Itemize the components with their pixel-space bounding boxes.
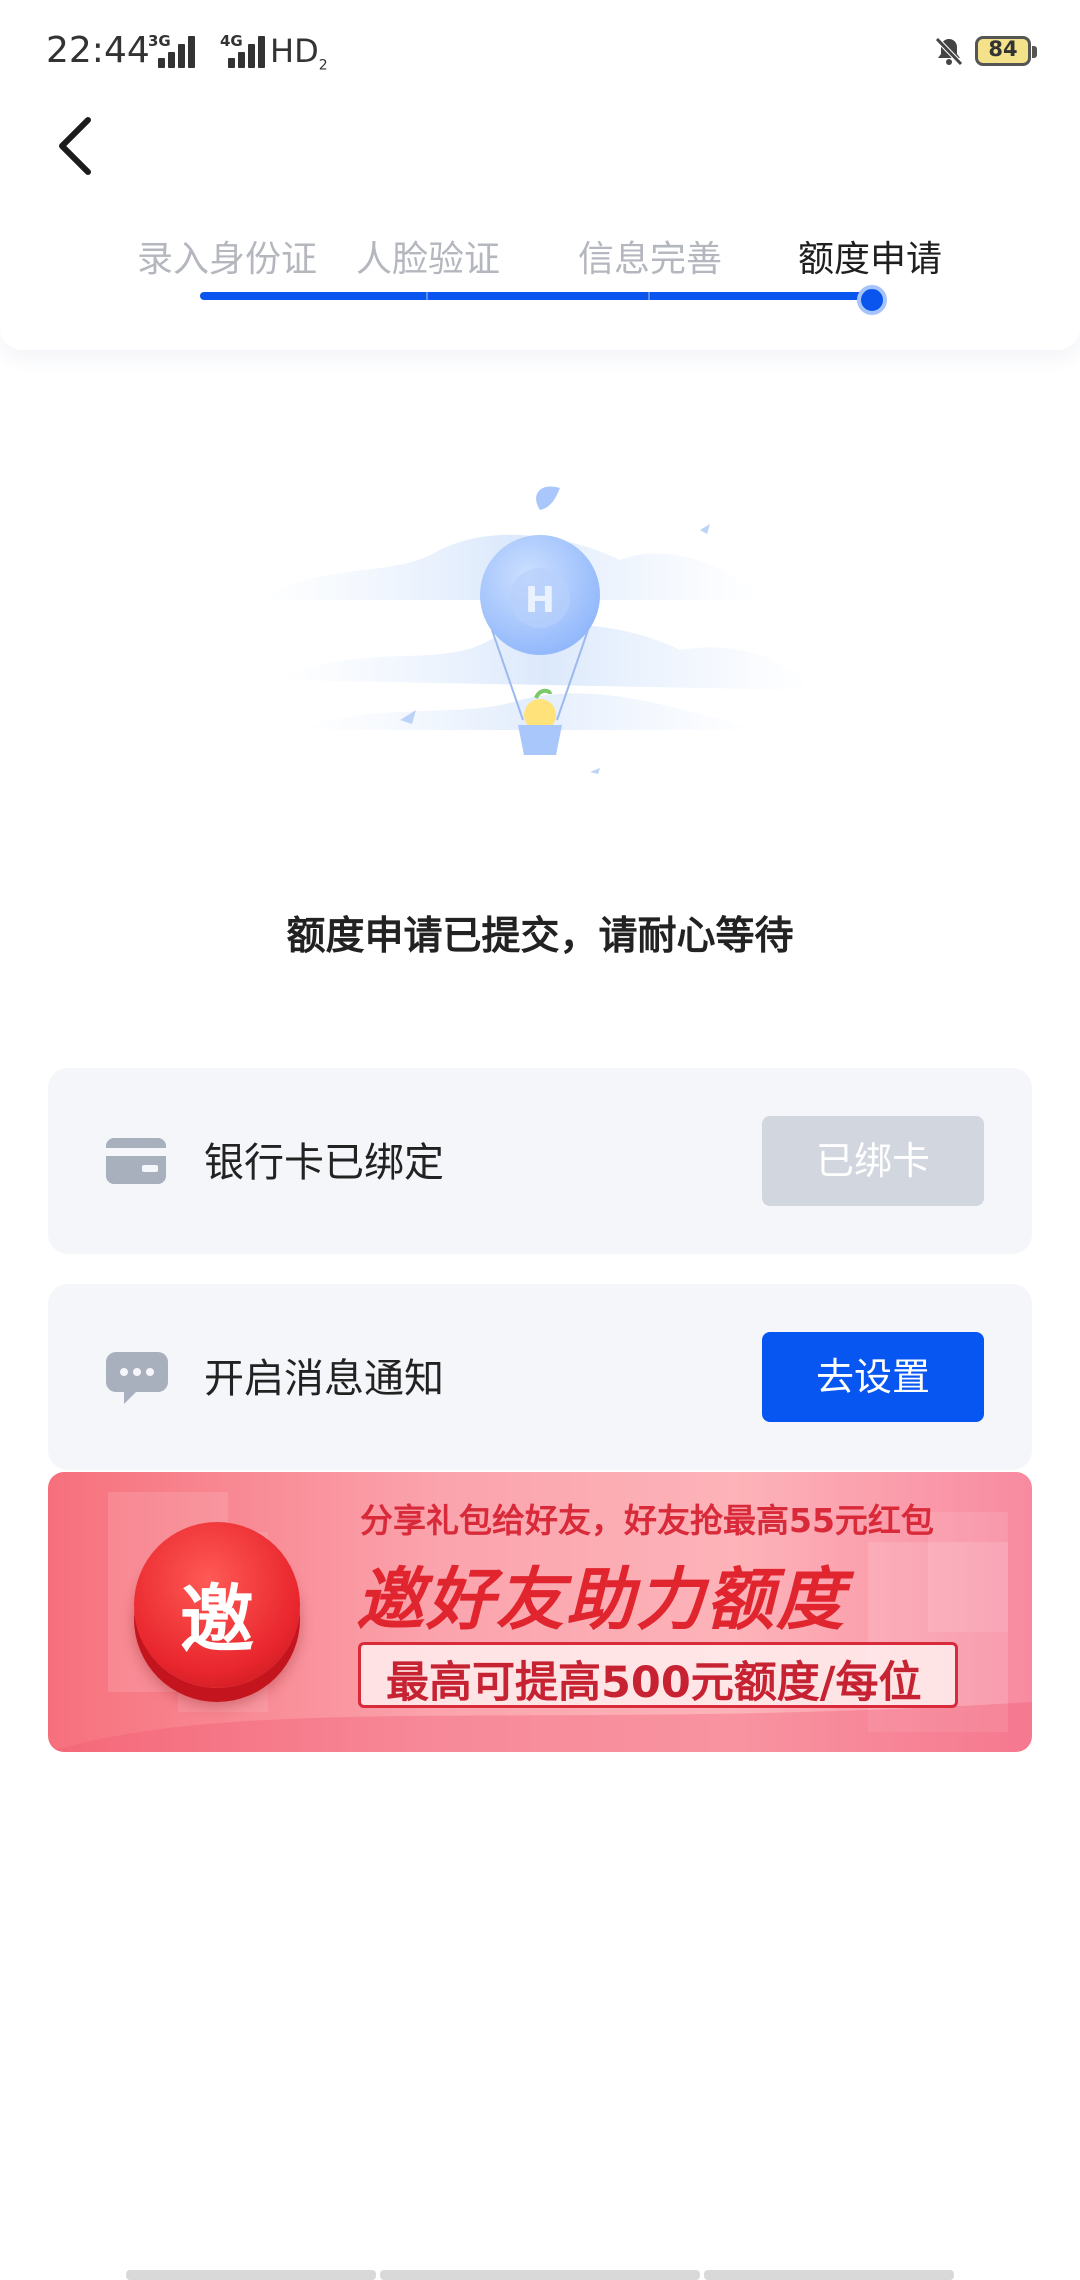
progress-track xyxy=(200,292,874,300)
status-bar: 22:44 3G 4G HD2 84 xyxy=(0,0,1080,110)
chevron-left-icon xyxy=(59,117,91,175)
notification-row: 开启消息通知 去设置 xyxy=(48,1284,1032,1470)
back-button[interactable] xyxy=(46,110,106,180)
invite-friends-banner[interactable]: 邀 分享礼包给好友，好友抢最高55元红包 邀好友助力额度 最高可提高500元额度… xyxy=(48,1472,1032,1752)
progress-steps: 录入身份证 人脸验证 信息完善 额度申请 xyxy=(0,230,1080,290)
invite-badge: 邀 xyxy=(134,1522,300,1688)
battery-level: 84 xyxy=(988,37,1018,61)
step-info-complete: 信息完善 xyxy=(577,239,722,280)
go-settings-button[interactable]: 去设置 xyxy=(762,1332,984,1422)
banner-subtitle: 分享礼包给好友，好友抢最高55元红包 xyxy=(360,1501,934,1540)
submission-message: 额度申请已提交，请耐心等待 xyxy=(286,914,794,959)
progress-current-dot xyxy=(857,285,887,315)
step-quota-apply: 额度申请 xyxy=(797,239,942,280)
home-indicator xyxy=(704,2270,954,2280)
signal-4g-icon: 4G xyxy=(206,32,265,70)
svg-text:H: H xyxy=(525,580,555,621)
status-time: 22:44 xyxy=(46,30,150,71)
banner-title: 邀好友助力额度 xyxy=(356,1561,847,1640)
network-4g-label: 4G xyxy=(220,32,243,50)
banner-pill-text: 最高可提高500元额度/每位 xyxy=(386,1658,922,1708)
step-face-verify: 人脸验证 xyxy=(355,239,500,280)
network-3g-label: 3G xyxy=(148,32,171,50)
home-indicator xyxy=(380,2270,700,2280)
home-indicator xyxy=(126,2270,376,2280)
step-id-card: 录入身份证 xyxy=(136,239,317,280)
signal-3g-icon: 3G xyxy=(148,32,195,70)
invite-badge-text: 邀 xyxy=(180,1577,254,1663)
notification-label: 开启消息通知 xyxy=(204,1356,444,1402)
hd-indicator: HD2 xyxy=(270,32,328,74)
chat-bubble-icon xyxy=(106,1352,168,1404)
bank-card-icon xyxy=(106,1138,166,1184)
bank-card-row: 银行卡已绑定 已绑卡 xyxy=(48,1068,1032,1254)
bank-card-label: 银行卡已绑定 xyxy=(204,1140,444,1186)
bell-muted-icon xyxy=(935,37,963,66)
bound-card-button[interactable]: 已绑卡 xyxy=(762,1116,984,1206)
balloon-illustration: H xyxy=(260,486,810,774)
battery-icon: 84 xyxy=(975,36,1037,66)
